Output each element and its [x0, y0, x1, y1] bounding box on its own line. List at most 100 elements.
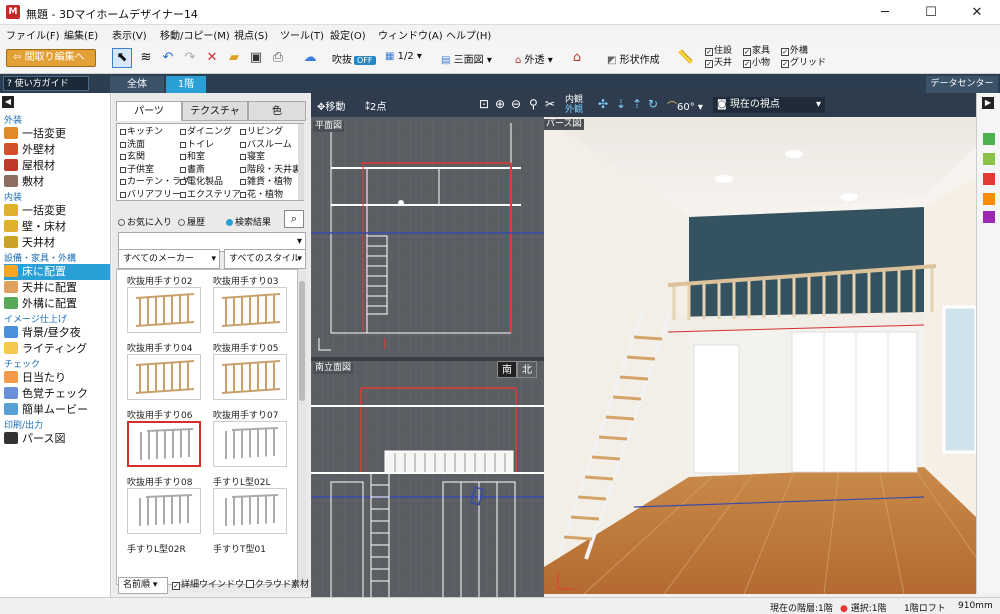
nav-item[interactable]: 簡単ムービー [4, 402, 110, 418]
category-item[interactable]: 洗面 [120, 139, 145, 152]
part-thumbnail[interactable] [127, 354, 201, 400]
category-item[interactable]: 花・植物 [240, 189, 283, 201]
perspective-view[interactable]: パース図 [544, 117, 976, 594]
tab-color[interactable]: 色 [248, 101, 306, 121]
menu-item[interactable]: ヘルプ(H) [446, 27, 491, 42]
undo-icon[interactable]: ↶ [158, 48, 178, 68]
move-button[interactable]: ✥移動 [317, 98, 345, 113]
category-item[interactable]: 雑貨・植物 [240, 176, 292, 189]
category-item[interactable]: 和室 [180, 151, 205, 164]
zoom-out-icon[interactable]: ⊖ [511, 97, 521, 111]
maker-dropdown[interactable]: すべてのメーカー ▾ [118, 249, 220, 269]
view-angle-dropdown[interactable]: ⌒60° ▾ [667, 98, 703, 113]
tab-texture[interactable]: テクスチャ [182, 101, 248, 121]
tool-icon[interactable] [983, 211, 995, 223]
display-checkbox[interactable]: ✓ 外構 [781, 46, 808, 57]
nav-item[interactable]: 一括変更 [4, 126, 110, 142]
nav-item[interactable]: 天井材 [4, 235, 110, 251]
move-down-icon[interactable]: ⇣ [616, 97, 626, 111]
select-cursor-icon[interactable]: ⬉ [112, 48, 132, 68]
walk-person-icon[interactable]: ⚲ [529, 97, 538, 111]
part-thumbnail[interactable] [213, 421, 287, 467]
nav-item[interactable]: 外構に配置 [4, 296, 110, 312]
data-center-button[interactable]: データセンター [926, 76, 998, 93]
measure-ruler-icon[interactable]: 📏 [676, 48, 696, 68]
part-thumbnail[interactable] [127, 421, 201, 467]
category-item[interactable]: トイレ [180, 139, 214, 152]
nav-item[interactable]: パース図 [4, 431, 110, 447]
category-item[interactable]: 階段・天井裏 [240, 164, 301, 177]
house-icon[interactable]: ⌂ [567, 48, 587, 68]
nav-item[interactable]: 天井に配置 [4, 280, 110, 296]
detail-window-checkbox[interactable]: ✓ 詳細ウインドウ [172, 580, 244, 591]
tools-icon[interactable]: ✂ [545, 97, 555, 111]
open-folder-icon[interactable]: ▰ [224, 48, 244, 68]
minimize-button[interactable]: ─ [862, 0, 908, 25]
tab-parts[interactable]: パーツ [116, 101, 182, 121]
menu-item[interactable]: 視点(S) [234, 27, 268, 42]
menu-item[interactable]: ファイル(F) [6, 27, 60, 42]
display-checkbox[interactable]: ✓ 家具 [743, 46, 770, 57]
north-view-button[interactable]: 北 [517, 361, 537, 378]
print-icon[interactable]: ⎙ [268, 48, 288, 68]
part-thumbnail[interactable] [213, 354, 287, 400]
menu-item[interactable]: ウィンドウ(A) [378, 27, 443, 42]
category-item[interactable]: 子供室 [120, 164, 154, 177]
nav-item[interactable]: 色覚チェック [4, 386, 110, 402]
two-point-button[interactable]: ⁑2点 [365, 98, 386, 113]
maximize-button[interactable]: ☐ [908, 0, 954, 25]
display-checkbox[interactable]: ✓ 小物 [743, 58, 770, 69]
nav-item[interactable]: 日当たり [4, 370, 110, 386]
radio-search-results[interactable]: 検索結果 [226, 215, 271, 228]
view-mode-dropdown[interactable]: ▤ 三面図 ▾ [440, 50, 493, 70]
display-checkbox[interactable]: ✓ 天井 [705, 58, 732, 69]
usage-guide-button[interactable]: ? 使い方ガイド [3, 76, 89, 91]
radio-history[interactable]: 履歴 [178, 215, 205, 228]
ratio-dropdown[interactable]: ▦ 1/2 ▾ [384, 50, 423, 70]
rotate-icon[interactable]: ↻ [648, 97, 658, 111]
display-checkbox[interactable]: ✓ グリッド [781, 58, 826, 69]
category-item[interactable]: 電化製品 [180, 176, 223, 189]
tool-icon[interactable] [983, 193, 995, 205]
pan-arrows-icon[interactable]: ✣ [598, 97, 608, 111]
plan-and-elevation-drawing[interactable] [311, 93, 544, 614]
nav-item[interactable]: 背景/昼夕夜 [4, 325, 110, 341]
category-item[interactable]: バスルーム [240, 139, 292, 152]
style-dropdown[interactable]: すべてのスタイル ▾ [224, 249, 306, 269]
delete-icon[interactable]: ✕ [202, 48, 222, 68]
category-item[interactable]: キッチン [120, 126, 163, 139]
redo-icon[interactable]: ↷ [180, 48, 200, 68]
menu-item[interactable]: 設定(O) [330, 27, 366, 42]
display-checkbox[interactable]: ✓ 住設 [705, 46, 732, 57]
tab-floor-1[interactable]: 1階 [166, 76, 206, 93]
category-item[interactable]: エクステリア [180, 189, 241, 201]
radio-favorites[interactable]: お気に入り [118, 215, 172, 228]
category-item[interactable]: 書斎 [180, 164, 205, 177]
save-icon[interactable]: ▣ [246, 48, 266, 68]
close-button[interactable]: ✕ [954, 0, 1000, 25]
back-to-floorplan-button[interactable]: ⇦ 間取り編集へ [6, 49, 96, 67]
fit-view-icon[interactable]: ⊡ [479, 97, 489, 111]
collapse-icon[interactable]: ◀ [2, 96, 14, 108]
nav-item[interactable]: ライティング [4, 341, 110, 357]
expand-icon[interactable]: ▶ [982, 97, 994, 109]
part-thumbnail[interactable] [127, 488, 201, 534]
exterior-transparency-dropdown[interactable]: ⌂ 外透 ▾ [514, 50, 554, 70]
zoom-in-icon[interactable]: ⊕ [495, 97, 505, 111]
category-item[interactable]: 玄関 [120, 151, 145, 164]
category-item[interactable]: リビング [240, 126, 283, 139]
scrollbar-thumb[interactable] [299, 281, 305, 401]
walk-tool-icon[interactable]: ≋ [136, 48, 156, 68]
fukinuke-toggle[interactable]: 吹抜 OFF [331, 50, 377, 70]
category-item[interactable]: 寝室 [240, 151, 265, 164]
thumbnail-scrollbar[interactable] [298, 269, 306, 585]
south-view-button[interactable]: 南 [497, 361, 517, 378]
part-thumbnail[interactable] [213, 287, 287, 333]
menu-item[interactable]: 編集(E) [64, 27, 98, 42]
nav-item[interactable]: 敷材 [4, 174, 110, 190]
nav-item[interactable]: 外壁材 [4, 142, 110, 158]
nav-item[interactable]: 屋根材 [4, 158, 110, 174]
category-item[interactable]: バリアフリー [120, 189, 181, 201]
tool-icon[interactable] [983, 133, 995, 145]
cloud-material-checkbox[interactable]: クラウド素材 [246, 580, 309, 591]
